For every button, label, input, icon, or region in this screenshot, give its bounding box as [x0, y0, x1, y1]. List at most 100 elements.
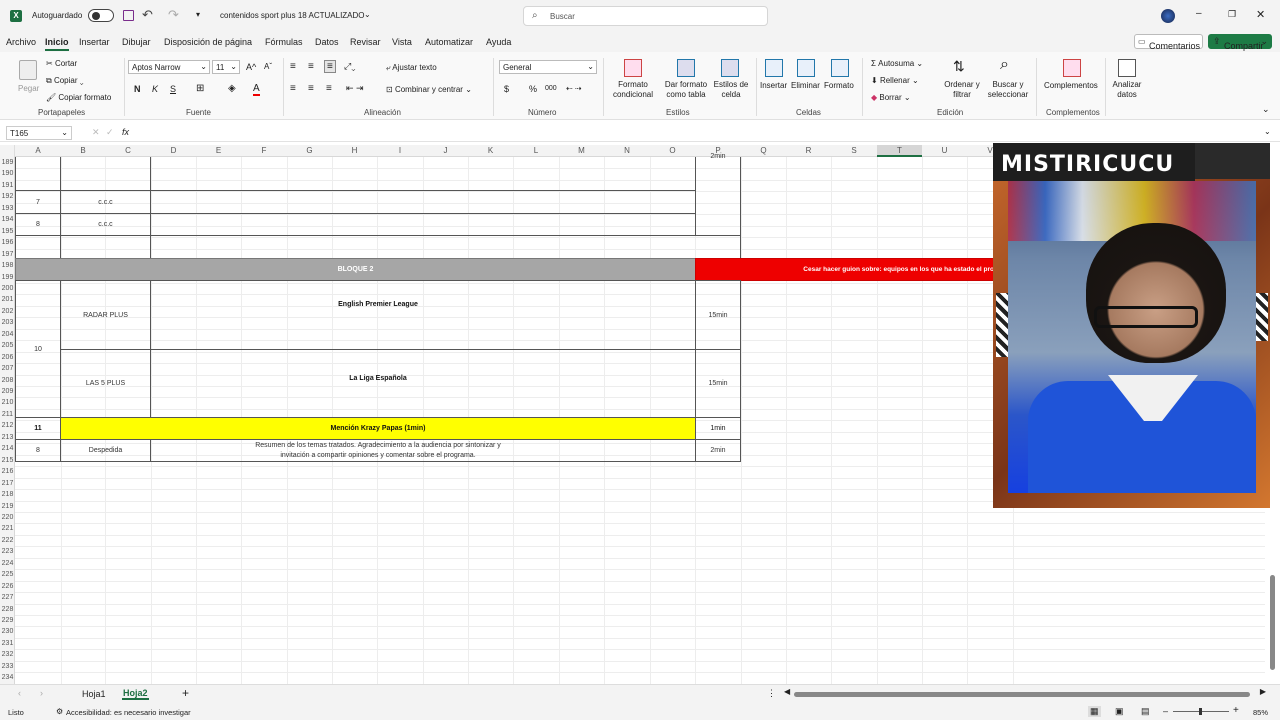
bold-button[interactable]: N	[134, 84, 141, 94]
row7-desc[interactable]	[150, 190, 696, 214]
row-header-198[interactable]: 198	[0, 260, 15, 271]
autosave-toggle[interactable]	[88, 9, 114, 22]
column-header-b[interactable]: B	[61, 145, 105, 157]
page-break-icon[interactable]: ▤	[1141, 706, 1150, 717]
row-header-217[interactable]: 217	[0, 478, 15, 489]
column-header-q[interactable]: Q	[741, 145, 786, 157]
increase-font-icon[interactable]: A^	[246, 62, 256, 72]
column-header-j[interactable]: J	[423, 145, 468, 157]
conditional-format-button[interactable]: Formato condicional	[606, 80, 660, 100]
add-sheet-icon[interactable]: +	[182, 686, 189, 700]
normal-view-icon[interactable]: ▦	[1088, 706, 1101, 717]
autosum-button[interactable]: Σ Autosuma ⌄	[871, 59, 923, 68]
expand-formula-icon[interactable]: ⌄	[1264, 127, 1271, 136]
row-header-206[interactable]: 206	[0, 352, 15, 363]
next-sheet-icon[interactable]: ›	[40, 688, 43, 698]
row-header-191[interactable]: 191	[0, 180, 15, 191]
menu-vista[interactable]: Vista	[392, 37, 412, 47]
epl-time[interactable]: 15min	[695, 280, 741, 350]
select-all-corner[interactable]	[0, 145, 15, 157]
row-header-194[interactable]: 194	[0, 214, 15, 225]
formula-input[interactable]	[148, 126, 1258, 140]
accessibility-icon[interactable]: ⚙	[56, 707, 63, 716]
row7-label[interactable]: c.c.c	[60, 190, 151, 214]
zoom-out-icon[interactable]: –	[1163, 706, 1168, 716]
row-header-212[interactable]: 212	[0, 420, 15, 431]
mencion-time[interactable]: 1min	[695, 417, 741, 440]
zoom-in-icon[interactable]: +	[1233, 705, 1239, 716]
menu-disposicion[interactable]: Disposición de página	[164, 37, 252, 47]
laliga-time[interactable]: 15min	[695, 349, 741, 418]
row-header-223[interactable]: 223	[0, 546, 15, 557]
prev-sheet-icon[interactable]: ‹	[18, 688, 21, 698]
close-icon[interactable]: ✕	[1256, 8, 1265, 21]
row-header-222[interactable]: 222	[0, 535, 15, 546]
percent-button[interactable]: %	[529, 84, 537, 94]
row7-num[interactable]: 7	[15, 190, 61, 214]
currency-button[interactable]: $	[504, 84, 509, 94]
row-header-192[interactable]: 192	[0, 191, 15, 202]
row-header-190[interactable]: 190	[0, 168, 15, 179]
column-header-o[interactable]: O	[650, 145, 695, 157]
column-header-t[interactable]: T	[877, 145, 922, 157]
column-header-n[interactable]: N	[604, 145, 650, 157]
align-middle-icon[interactable]: ≡	[308, 61, 314, 72]
format-as-table-button[interactable]: Dar formato como tabla	[660, 80, 712, 100]
red-note-cell[interactable]: Cesar hacer guion sobre: equipos en los …	[695, 258, 995, 281]
row-header-202[interactable]: 202	[0, 306, 15, 317]
row-header-227[interactable]: 227	[0, 592, 15, 603]
menu-revisar[interactable]: Revisar	[350, 37, 381, 47]
row11-num[interactable]: 11	[15, 417, 61, 440]
row-header-231[interactable]: 231	[0, 638, 15, 649]
row-header-204[interactable]: 204	[0, 329, 15, 340]
resumen-cell[interactable]: Resumen de los temas tratados. Agradecim…	[150, 439, 696, 462]
vscroll-thumb[interactable]	[1270, 575, 1275, 670]
title-chevron-icon[interactable]: ⌄	[364, 10, 371, 19]
row8b-num[interactable]: 8	[15, 439, 61, 462]
empty-row-a[interactable]	[15, 235, 61, 259]
empty-row-b[interactable]	[60, 235, 151, 259]
indent-icon[interactable]: ⇤ ⇥	[346, 83, 364, 94]
copy-button[interactable]: ⧉ Copiar ⌄	[46, 76, 84, 86]
formula-cancel-icon[interactable]: ✕	[92, 127, 100, 138]
row-header-189[interactable]: 189	[0, 157, 15, 168]
row-header-196[interactable]: 196	[0, 237, 15, 248]
merge-center-button[interactable]: ⊡ Combinar y centrar ⌄	[386, 85, 472, 94]
align-right-icon[interactable]: ≡	[326, 83, 332, 94]
search-box[interactable]: ⌕ Buscar	[523, 6, 768, 26]
wrap-text-button[interactable]: ⤶ Ajustar texto	[386, 63, 437, 73]
row-header-230[interactable]: 230	[0, 626, 15, 637]
format-painter-button[interactable]: 🖌 Copiar formato	[46, 93, 111, 102]
vertical-scrollbar[interactable]	[1268, 157, 1276, 684]
paste-button[interactable]: Pegar	[18, 84, 39, 93]
share-button[interactable]: ⇪ Compartir ⌄	[1208, 34, 1272, 51]
decrease-font-icon[interactable]: Aˇ	[264, 62, 272, 71]
decimals-icon[interactable]: ⇠ ⇢	[566, 84, 582, 93]
tab-hoja1[interactable]: Hoja1	[82, 689, 106, 699]
column-header-a[interactable]: A	[15, 145, 61, 157]
align-center-icon[interactable]: ≡	[308, 83, 314, 94]
save-icon[interactable]	[123, 10, 134, 21]
row-header-205[interactable]: 205	[0, 340, 15, 351]
group10-num[interactable]: 10	[15, 280, 61, 418]
minimize-icon[interactable]: –	[1196, 8, 1202, 19]
addins-button[interactable]: Complementos	[1044, 81, 1098, 90]
row-header-220[interactable]: 220	[0, 512, 15, 523]
top-row-a[interactable]	[15, 157, 61, 191]
align-bottom-icon[interactable]: ≡	[324, 60, 336, 73]
zoom-thumb[interactable]	[1199, 708, 1202, 715]
maximize-icon[interactable]: ❐	[1228, 9, 1236, 20]
las5-plus-cell[interactable]: LAS 5 PLUS	[60, 349, 151, 418]
horizontal-scrollbar[interactable]: ◀ ▶	[784, 687, 1266, 699]
formula-enter-icon[interactable]: ✓	[106, 127, 114, 138]
cell-styles-button[interactable]: Estilos de celda	[710, 80, 752, 100]
align-left-icon[interactable]: ≡	[290, 83, 296, 94]
column-header-s[interactable]: S	[831, 145, 877, 157]
column-header-h[interactable]: H	[332, 145, 377, 157]
find-select-button[interactable]: Buscar y seleccionar	[984, 80, 1032, 100]
collapse-ribbon-icon[interactable]: ⌄	[1262, 104, 1270, 115]
row-header-221[interactable]: 221	[0, 523, 15, 534]
column-header-g[interactable]: G	[287, 145, 332, 157]
radar-plus-cell[interactable]: RADAR PLUS	[60, 280, 151, 350]
empty-row-desc[interactable]	[150, 235, 741, 259]
